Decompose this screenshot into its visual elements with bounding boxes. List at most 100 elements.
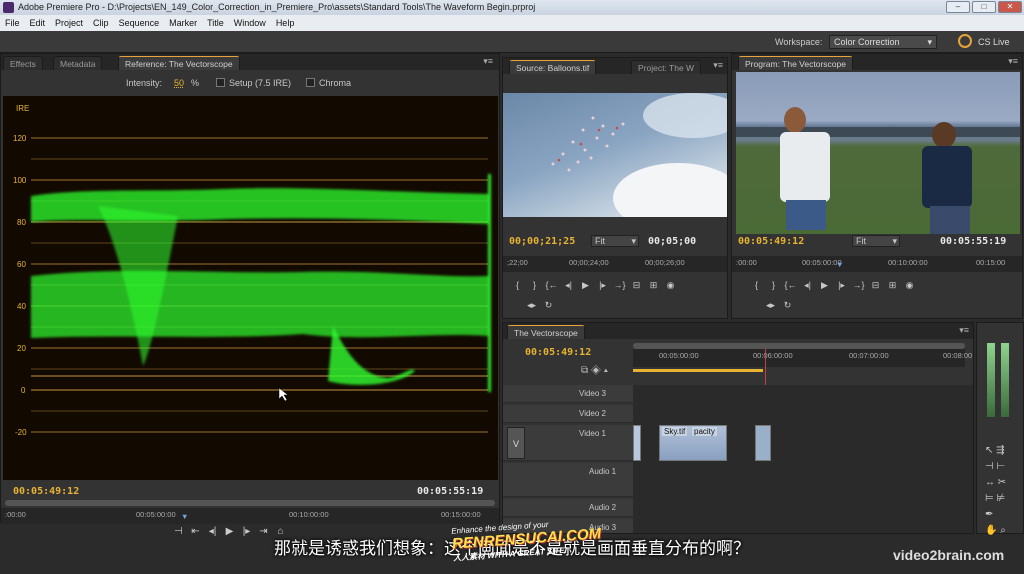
mark-in-icon[interactable]: {: [511, 280, 524, 290]
work-area-bar[interactable]: [633, 369, 763, 372]
timeline-time-ruler[interactable]: 00:05:00:00 00:06:00:00 00:07:00:00 00:0…: [633, 349, 973, 367]
reference-current-timecode[interactable]: 00:05:49:12: [13, 486, 79, 497]
step-forward-icon[interactable]: |▸: [835, 280, 848, 291]
track-video-3[interactable]: Video 3: [503, 385, 633, 403]
svg-text:40: 40: [17, 302, 26, 311]
step-back-icon[interactable]: ◂|: [562, 280, 575, 291]
play-icon[interactable]: ▶: [579, 280, 592, 291]
boy-right-head: [932, 122, 956, 148]
go-to-in-icon[interactable]: {←: [784, 280, 797, 290]
video2brain-watermark: video2brain.com: [893, 547, 1005, 563]
program-transport-controls-2: ◂▸ ↻: [762, 300, 796, 311]
menu-sequence[interactable]: Sequence: [114, 15, 165, 31]
tab-sequence[interactable]: The Vectorscope: [507, 325, 585, 339]
go-to-out-icon[interactable]: →}: [613, 280, 626, 290]
playhead-icon: ▼: [181, 512, 189, 521]
cs-live-icon[interactable]: [958, 34, 972, 48]
panel-menu-icon[interactable]: ▾≡: [1008, 56, 1018, 67]
step-back-icon[interactable]: ◂|: [801, 280, 814, 291]
reference-zoom-scrollbar[interactable]: [5, 500, 495, 506]
export-frame-icon[interactable]: ◉: [903, 280, 916, 291]
selection-tool-icon[interactable]: ↖ ⇶: [985, 443, 1006, 459]
overwrite-icon[interactable]: ⊞: [647, 280, 660, 291]
step-forward-icon[interactable]: |▸: [596, 280, 609, 291]
track-audio-2[interactable]: Audio 2: [503, 499, 633, 517]
clip-next[interactable]: [755, 425, 771, 461]
track-audio-1[interactable]: Audio 1: [503, 463, 633, 497]
marker-icon[interactable]: ◈: [591, 365, 601, 376]
panel-menu-icon[interactable]: ▾≡: [713, 60, 723, 71]
menu-clip[interactable]: Clip: [88, 15, 114, 31]
clip-previous[interactable]: [633, 425, 641, 461]
snap-icon[interactable]: ⧉: [581, 365, 588, 376]
workspace-select[interactable]: Color Correction ▾: [829, 35, 937, 49]
slip-tool-icon[interactable]: ⊨ ⊭: [985, 491, 1006, 507]
menu-edit[interactable]: Edit: [25, 15, 51, 31]
reference-monitor-panel: Effects Metadata Reference: The Vectorsc…: [0, 53, 500, 524]
tab-project[interactable]: Project: The W: [631, 60, 702, 74]
go-to-in-icon[interactable]: {←: [545, 280, 558, 290]
menu-project[interactable]: Project: [50, 15, 88, 31]
program-time-ruler[interactable]: :00:00 00:05:00:00 00:10:00:00 00:15:00 …: [732, 256, 1022, 272]
tab-reference[interactable]: Reference: The Vectorscope: [118, 56, 240, 70]
track-video-2[interactable]: Video 2: [503, 405, 633, 423]
boy-left-head: [784, 107, 806, 133]
mark-in-icon[interactable]: {: [750, 280, 763, 290]
add-marker-icon[interactable]: ▴: [604, 365, 608, 376]
chroma-label: Chroma: [319, 78, 352, 88]
reference-time-ruler[interactable]: :00:00 00:05:00:00 00:10:00:00 00:15:00:…: [1, 508, 499, 524]
tab-source[interactable]: Source: Balloons.tif: [509, 60, 597, 74]
chroma-checkbox[interactable]: [306, 78, 315, 87]
source-fit-select[interactable]: Fit ▾: [591, 235, 639, 247]
ire-tick-labels: IRE 120 100 80 60 40 20 0 -20: [13, 104, 29, 437]
ripple-edit-tool-icon[interactable]: ⊣ ⊢: [985, 459, 1006, 475]
loop-icon[interactable]: ↻: [542, 300, 555, 311]
video-target-button[interactable]: V: [507, 427, 525, 459]
source-transport-controls-2: ◂▸ ↻: [523, 300, 557, 311]
waveform-trace: [31, 174, 491, 392]
program-fit-select[interactable]: Fit ▾: [852, 235, 900, 247]
mark-out-icon[interactable]: }: [767, 280, 780, 290]
shuttle-icon[interactable]: ◂▸: [525, 300, 538, 311]
tab-effects[interactable]: Effects: [3, 56, 43, 70]
play-icon[interactable]: ▶: [818, 280, 831, 291]
source-transport-controls: {} {← ◂| ▶ |▸ →} ⊟ ⊞ ◉: [509, 280, 679, 291]
lift-icon[interactable]: ⊟: [869, 280, 882, 291]
panel-menu-icon[interactable]: ▾≡: [483, 56, 493, 67]
close-button[interactable]: ✕: [998, 1, 1022, 13]
source-time-ruler[interactable]: ;22;00 00;00;24;00 00;00;26;00: [503, 256, 727, 272]
boy-right-shirt: [922, 146, 972, 208]
mark-out-icon[interactable]: }: [528, 280, 541, 290]
workspace-bar: Workspace: Color Correction ▾ CS Live: [0, 31, 1024, 53]
shuttle-icon[interactable]: ◂▸: [764, 300, 777, 311]
timeline-tools: ⧉ ◈ ▴: [581, 365, 631, 376]
menu-marker[interactable]: Marker: [164, 15, 202, 31]
tab-program[interactable]: Program: The Vectorscope: [738, 56, 853, 70]
cs-live-label[interactable]: CS Live: [978, 37, 1010, 47]
insert-icon[interactable]: ⊟: [630, 280, 643, 291]
clip-sky[interactable]: Sky.tif pacity: [659, 425, 727, 461]
loop-icon[interactable]: ↻: [781, 300, 794, 311]
rate-stretch-tool-icon[interactable]: ↔ ✂: [985, 475, 1006, 491]
intensity-value[interactable]: 50: [174, 78, 184, 88]
svg-text:120: 120: [13, 134, 27, 143]
balloons-cluster: [551, 116, 625, 172]
menu-file[interactable]: File: [0, 15, 25, 31]
panel-menu-icon[interactable]: ▾≡: [959, 325, 969, 336]
maximize-button[interactable]: □: [972, 1, 996, 13]
export-frame-icon[interactable]: ◉: [664, 280, 677, 291]
tab-metadata[interactable]: Metadata: [53, 56, 103, 70]
go-to-out-icon[interactable]: →}: [852, 280, 865, 290]
menu-title[interactable]: Title: [202, 15, 229, 31]
minimize-button[interactable]: –: [946, 1, 970, 13]
menu-window[interactable]: Window: [229, 15, 271, 31]
program-current-timecode[interactable]: 00:05:49:12: [738, 236, 804, 247]
svg-text:0: 0: [21, 386, 26, 395]
setup-checkbox[interactable]: [216, 78, 225, 87]
extract-icon[interactable]: ⊞: [886, 280, 899, 291]
source-current-timecode[interactable]: 00;00;21;25: [509, 236, 575, 247]
timeline-current-timecode[interactable]: 00:05:49:12: [525, 347, 591, 358]
menu-help[interactable]: Help: [271, 15, 300, 31]
pen-tool-icon[interactable]: ✒: [985, 507, 1006, 523]
waveform-graph: IRE 120 100 80 60 40 20 0 -20: [13, 104, 491, 437]
